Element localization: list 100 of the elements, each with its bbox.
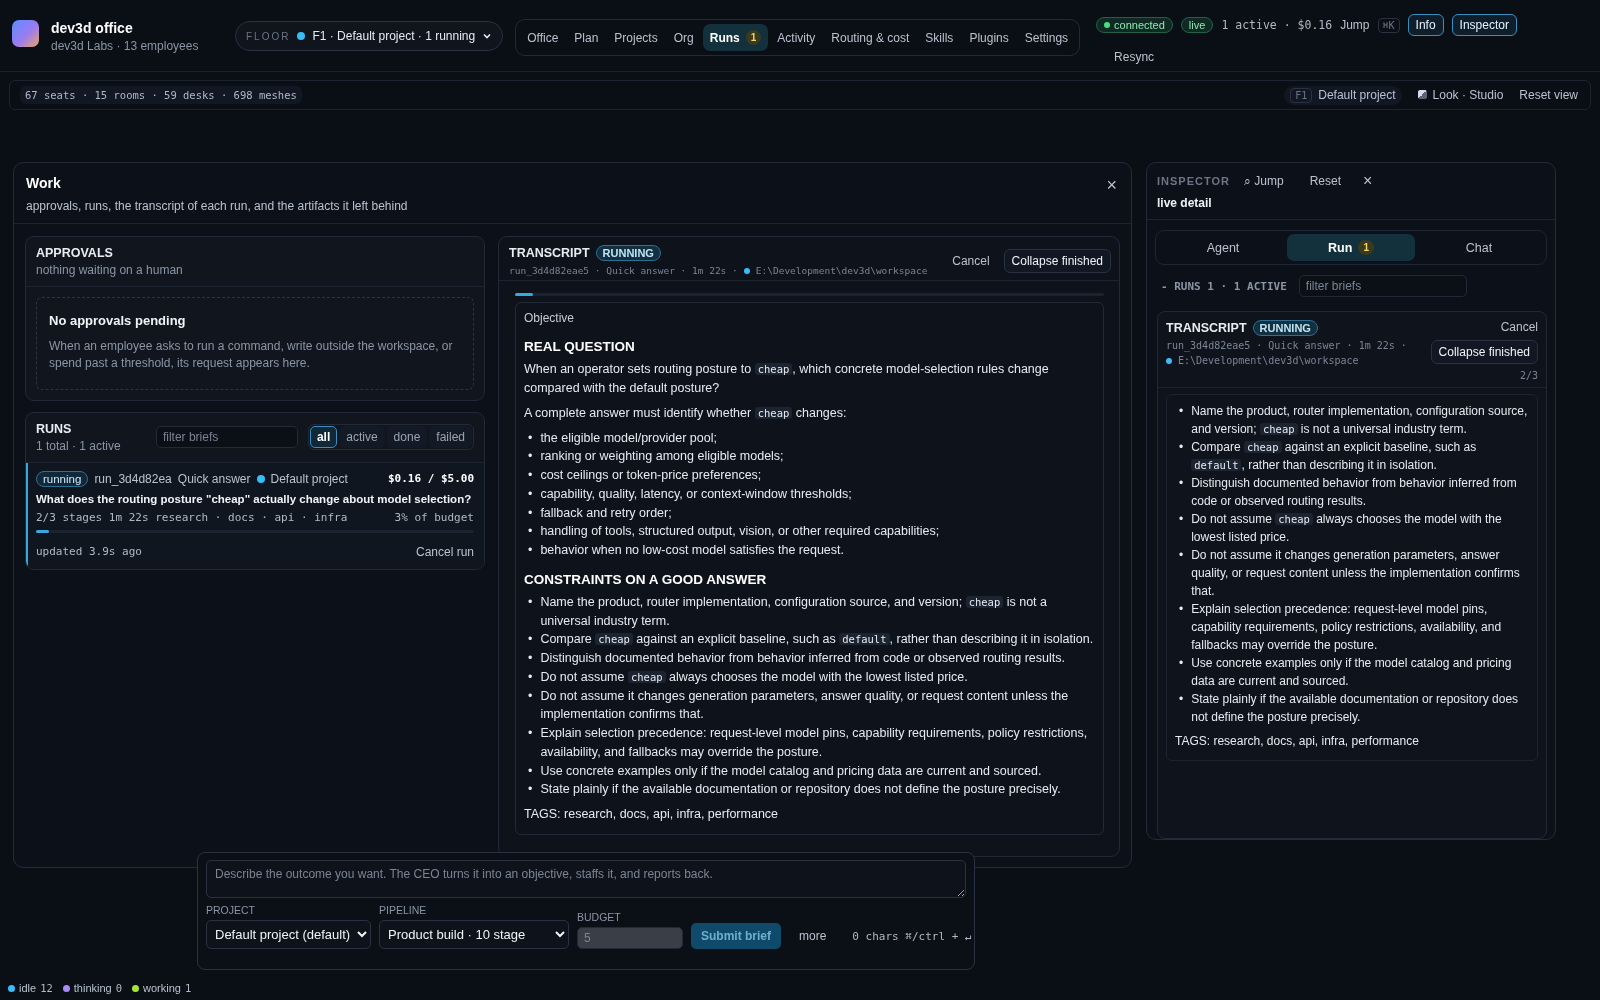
section-title: APPROVALS [36,246,114,260]
collapse-button[interactable]: Collapse finished [1430,340,1538,364]
nav-tab[interactable]: Plan [567,24,606,51]
run-meta: run_3d4d82eae5 · Quick answer · 1m 22s · [1166,340,1407,351]
list-bullet: • [1179,655,1184,672]
run-project: Default project [270,471,348,486]
cancel-run-button[interactable]: Cancel run [415,544,474,559]
inspector-title: INSPECTOR [1157,175,1230,187]
inspector-tab[interactable]: Agent [1159,234,1287,261]
run-pipeline: Quick answer [177,471,251,486]
jump-button[interactable]: Jump [1340,18,1370,32]
app-title: dev3d office [51,20,134,36]
filter-tab[interactable]: failed [429,426,472,449]
filter-tab[interactable]: all [309,426,338,449]
list-item: State plainly if the available documentation or repository does not define the posture precisely. [1191,691,1520,726]
run-item[interactable] [26,462,484,569]
budget-share: 3% of budget [394,510,474,524]
list-item: Use concrete examples only if the model catalog and pricing data are current and sourced. [1191,655,1513,690]
project-select[interactable]: Default project (default) [206,920,371,949]
panel-toggle-button[interactable]: Info [1407,14,1444,36]
legend-item: working 1 [132,982,192,994]
list-bullet: • [1179,475,1184,492]
panel-title: Work [26,175,62,191]
resync-button[interactable]: Resync [1114,50,1155,64]
list-bullet: • [528,631,533,649]
field-label: PROJECT [206,904,256,916]
objective-text: A complete answer must identify whether cheap changes: [524,404,848,422]
list-item: Explain selection precedence: request-level model pins, capability requirements, policy restrictions, availability, and fallbacks may override the posture. [1191,601,1503,654]
nav-tab[interactable]: Routing & cost [824,24,917,51]
section-subtitle: 1 total · 1 active [36,438,122,453]
list-bullet: • [1179,439,1184,456]
nav-tab[interactable]: Skills [918,24,961,51]
runs-count: - RUNS 1 · 1 ACTIVE [1161,279,1287,293]
section-heading: CONSTRAINTS ON A GOOD ANSWER [524,571,768,587]
inspector-tab[interactable]: Chat [1415,234,1543,261]
legend-item: thinking 0 [62,982,123,994]
close-button[interactable]: × [1363,172,1373,190]
nav-tab[interactable]: Runs 1 [702,24,769,51]
filter-field[interactable]: filter briefs [1298,275,1467,297]
list-bullet: • [528,504,533,522]
status-badge: running [36,470,89,487]
list-item: handling of tools, structured output, vision, or other required capabilities; [540,523,941,541]
empty-title: No approvals pending [49,313,187,328]
inspector-tab[interactable]: Run 1 [1287,234,1415,261]
list-bullet: • [528,668,533,686]
cancel-button[interactable]: Cancel [952,254,990,268]
run-meta: 2/3 stages 1m 22s research · docs · api · infra [36,510,348,524]
reset-view-button[interactable]: Reset view [1519,88,1578,102]
nav-tab[interactable]: Plugins [962,24,1016,51]
list-item: Explain selection precedence: request-level model pins, capability requirements, policy restrictions, availability, and fallbacks may override the posture. [540,725,1089,761]
path-dot-icon [743,267,750,274]
nav-tab[interactable]: Projects [607,24,665,51]
live-badge: live [1180,17,1214,33]
cancel-button[interactable]: Cancel [1500,320,1538,334]
list-bullet: • [528,485,533,503]
app-subtitle: dev3d Labs · 13 employees [51,39,200,53]
reset-button[interactable]: Reset [1309,174,1342,188]
list-bullet: • [528,542,533,560]
field-label: BUDGET [577,911,622,923]
path-dot-icon [1166,357,1172,364]
filter-tab[interactable]: active [339,426,385,449]
more-button[interactable]: more [799,929,827,943]
pipeline-select[interactable]: Product build · 10 stage [379,920,569,949]
status-badge: RUNNING [1252,320,1318,336]
close-button[interactable]: × [1106,175,1117,196]
list-item: Compare cheap against an explicit baseline, such as default , rather than describing it in isolation. [1191,439,1478,474]
panel-subtitle: approvals, runs, the transcript of each run, and the artifacts it left behind [26,199,408,213]
list-item: Name the product, router implementation, configuration source, and version; cheap is not a universal industry term. [540,593,1048,630]
nav-tab[interactable]: Settings [1017,24,1076,51]
nav-tab[interactable]: Office [520,24,566,51]
legend-item: idle 12 [8,982,53,994]
submit-button[interactable]: Submit brief [691,923,781,949]
brief-input[interactable]: Describe the outcome you want. The CEO turns it into an objective, staffs it, and reports back. [206,860,966,898]
stage-count: 2/3 [1519,370,1538,381]
list-item: ranking or weighting among eligible models; [540,448,785,466]
list-bullet: • [528,593,533,611]
list-item: cost ceilings or token-price preferences; [540,467,763,485]
nav-tab[interactable]: Org [666,24,701,51]
list-bullet: • [1179,601,1184,618]
list-item: State plainly if the available documentation or repository does not define the posture precisely. [540,781,1062,799]
run-meta: run_3d4d82eae5 · Quick answer · 1m 22s · [509,265,738,276]
filter-field[interactable]: filter briefs [155,426,298,449]
look-button[interactable]: Look · Studio [1417,88,1504,102]
list-item: Distinguish documented behavior from behavior inferred from code or observed routing results. [1191,475,1518,510]
list-item: Distinguish documented behavior from behavior inferred from code or observed routing results. [540,650,1066,668]
list-item: Compare cheap against an explicit baseline, such as default , rather than describing it in isolation. [540,631,1095,649]
jump-button[interactable]: ⌕ Jump [1244,174,1284,188]
budget-field[interactable]: 5 [577,927,683,949]
run-brief: What does the routing posture "cheap" actually change about model selection? [36,492,473,505]
floor-selector[interactable]: FLOOR F1 · Default project · 1 running [235,21,504,51]
filter-tab[interactable]: done [386,426,428,449]
list-item: capability, quality, latency, or context-window thresholds; [540,485,853,503]
project-chip[interactable]: F1 Default project [1284,85,1402,105]
nav-tab[interactable]: Activity [770,24,823,51]
panel-toggle-button[interactable]: Inspector [1451,14,1517,36]
list-item: Do not assume it changes generation parameters, answer quality, or request content unless the implementation confirms that. [1191,547,1521,600]
list-item: Name the product, router implementation, configuration source, and version; cheap is not a universal industry term. [1191,403,1529,438]
collapse-button[interactable]: Collapse finished [1003,249,1111,273]
status-dot-icon [297,32,306,40]
section-title: RUNS [36,421,73,436]
